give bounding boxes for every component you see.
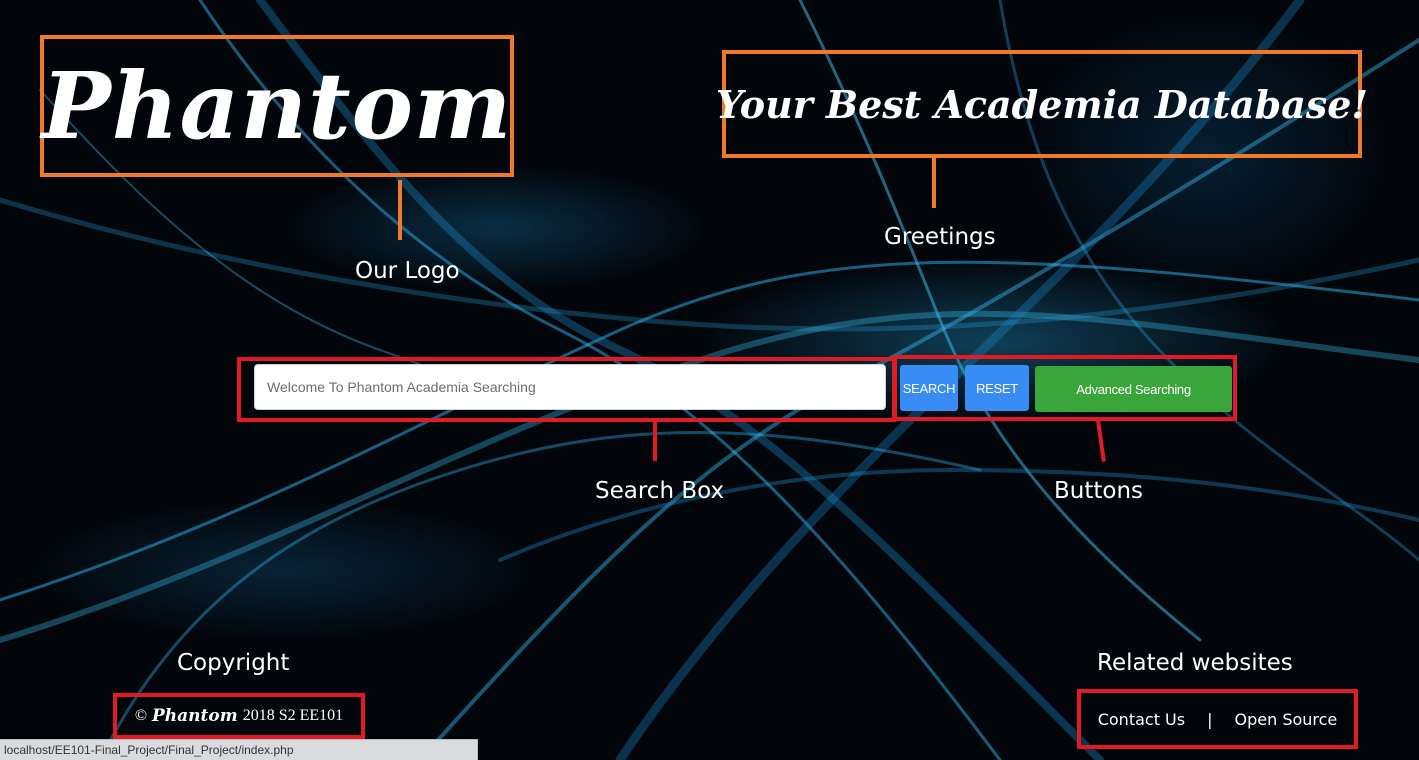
copyright-annotation-label: Copyright [177, 650, 290, 676]
search-input[interactable] [254, 364, 886, 410]
search-annotation-label: Search Box [595, 478, 725, 504]
greeting-frame: Your Best Academia Database! [716, 50, 1368, 158]
reset-button[interactable]: RESET [965, 365, 1029, 411]
greeting-text: Your Best Academia Database! [715, 81, 1369, 127]
greeting-annotation-line [932, 158, 936, 208]
logo-frame: Phantom [40, 35, 514, 177]
copyright-text: 2018 S2 EE101 [242, 707, 344, 724]
logo-annotation-label: Our Logo [355, 258, 460, 284]
greeting-annotation-label: Greetings [884, 224, 996, 250]
copyright: © Phantom 2018 S2 EE101 [113, 693, 365, 739]
related-links: Contact Us | Open Source [1077, 689, 1358, 749]
search-button[interactable]: SEARCH [900, 365, 958, 411]
link-separator: | [1207, 709, 1213, 729]
copyright-brand: Phantom [152, 706, 238, 726]
copyright-symbol: © [134, 707, 147, 724]
search-annotation-line [653, 421, 657, 461]
contact-us-link[interactable]: Contact Us [1098, 710, 1185, 729]
advanced-search-button[interactable]: Advanced Searching [1035, 366, 1232, 412]
logo: Phantom [41, 52, 513, 160]
browser-status-bar: localhost/EE101-Final_Project/Final_Proj… [0, 739, 478, 760]
related-websites-annotation-label: Related websites [1097, 650, 1293, 676]
logo-annotation-line [398, 180, 402, 240]
open-source-link[interactable]: Open Source [1235, 710, 1338, 729]
buttons-annotation-label: Buttons [1054, 478, 1144, 504]
